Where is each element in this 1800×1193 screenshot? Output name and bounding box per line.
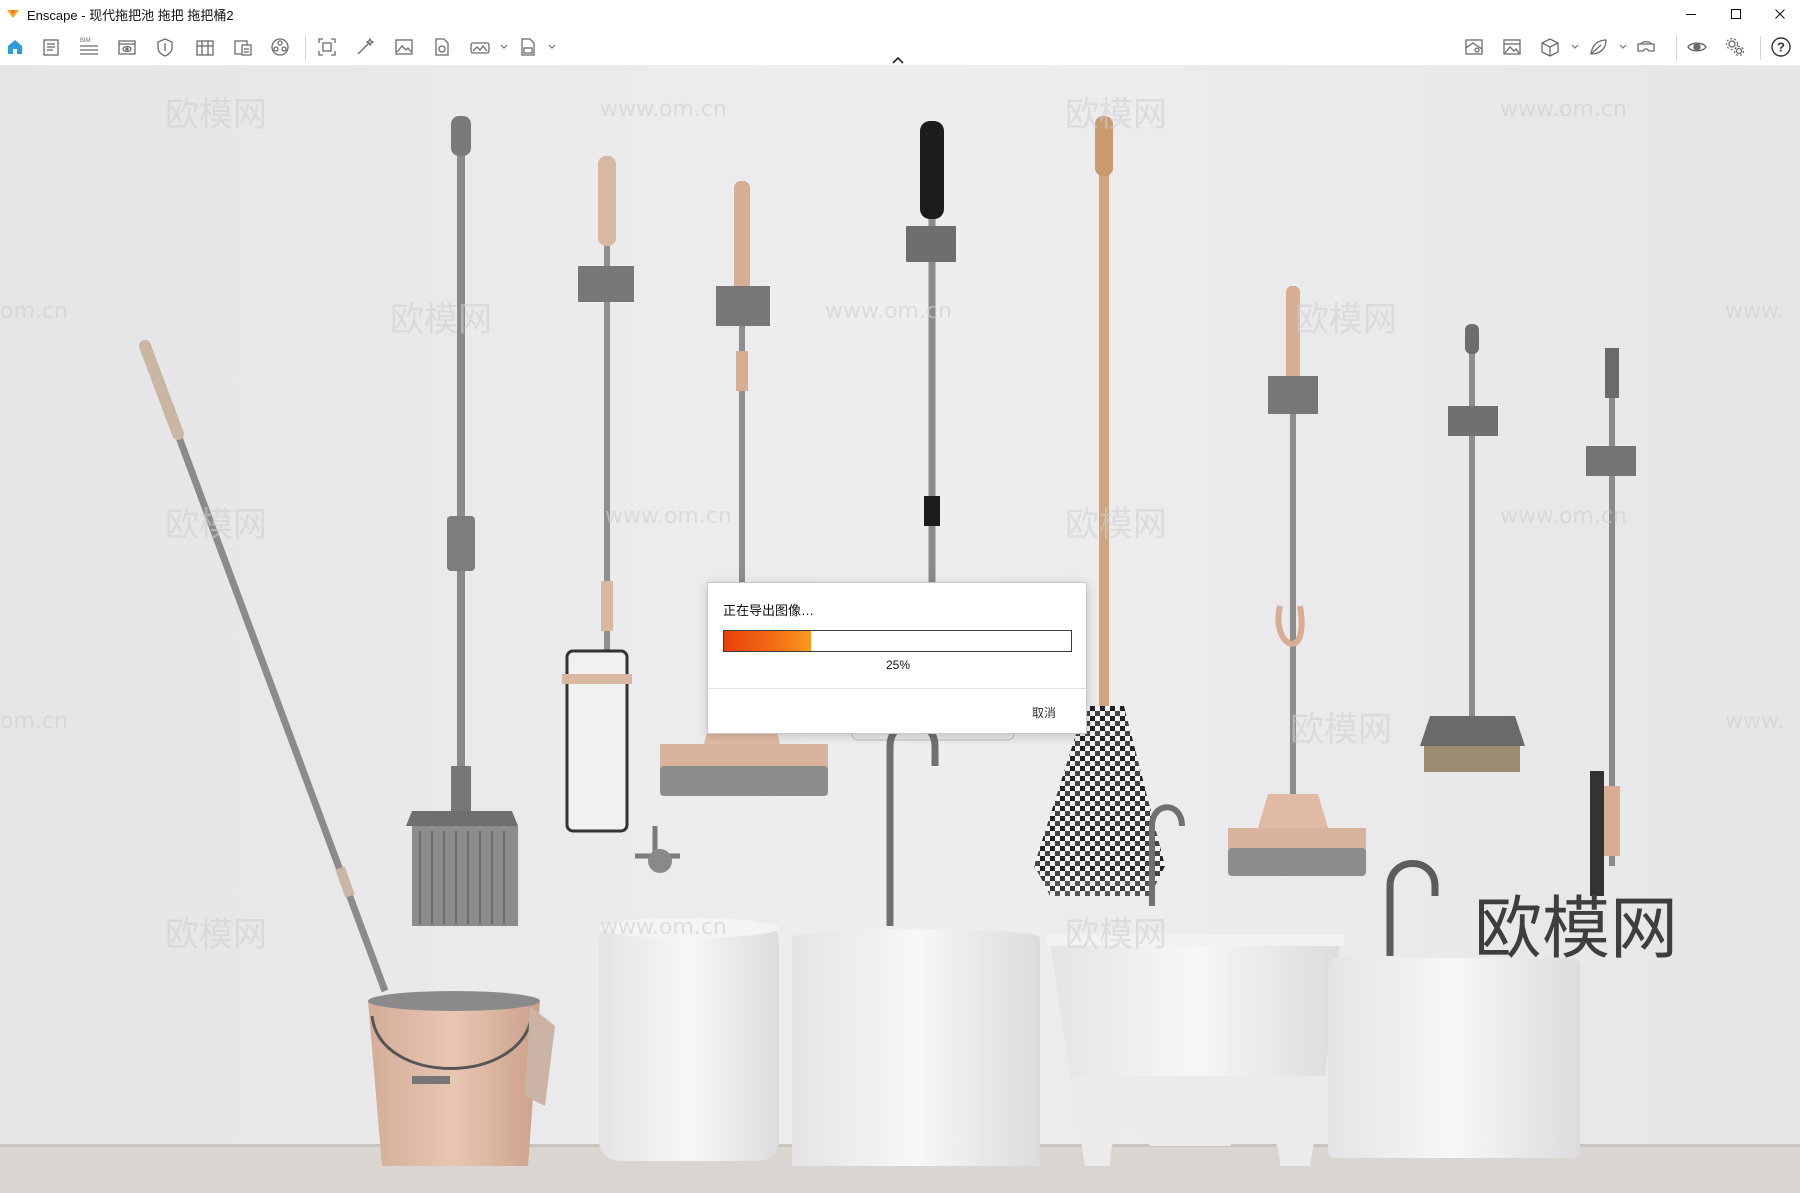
maximize-icon [1731, 9, 1741, 19]
screenshot-button[interactable] [315, 36, 339, 58]
panorama-icon [470, 42, 490, 54]
video-button[interactable] [430, 36, 454, 58]
collapse-toolbar-chevron-icon[interactable] [891, 55, 905, 65]
document-icon [43, 39, 59, 56]
video-icon [435, 38, 449, 56]
maximize-button[interactable] [1714, 0, 1758, 28]
document-button[interactable] [39, 36, 63, 58]
exe-export-button[interactable] [516, 36, 540, 58]
visual-settings-button[interactable] [1685, 36, 1709, 58]
exe-dropdown-icon[interactable] [547, 43, 557, 51]
mop-bucket [368, 991, 555, 1166]
close-icon [1775, 9, 1785, 19]
svg-text:www.om.cn: www.om.cn [825, 299, 952, 324]
atlas-button[interactable] [231, 36, 255, 58]
svg-text:www.om.cn: www.om.cn [600, 97, 727, 122]
svg-text:欧模网: 欧模网 [165, 915, 267, 955]
map-button[interactable] [1462, 36, 1486, 58]
svg-text:www.om.cn: www.om.cn [600, 915, 727, 940]
view-button[interactable] [115, 36, 139, 58]
cube-dropdown-icon[interactable] [1570, 43, 1580, 51]
svg-text:欧模网: 欧模网 [1065, 505, 1167, 545]
leaf-button[interactable] [1586, 36, 1610, 58]
cube-icon [1541, 38, 1559, 57]
toolbar-separator [305, 36, 306, 60]
svg-text:om.cn: om.cn [0, 709, 68, 734]
progress-percent-label: 25% [885, 658, 911, 672]
svg-text:?: ? [1777, 40, 1785, 55]
atlas-icon [234, 40, 252, 56]
bim-label: BIM [80, 38, 91, 44]
svg-text:欧模网: 欧模网 [390, 300, 492, 340]
image-export-icon [395, 39, 413, 55]
svg-text:欧模网: 欧模网 [165, 95, 267, 135]
help-button[interactable]: ? [1769, 36, 1793, 58]
minimize-icon [1686, 14, 1696, 15]
gallery-button[interactable] [1500, 36, 1524, 58]
settings-icon [1725, 37, 1745, 57]
export-progress-dialog: 正在导出图像… 25% 取消 [707, 582, 1087, 734]
view-icon [118, 40, 136, 55]
svg-text:www.om.cn: www.om.cn [605, 504, 732, 529]
magic-wand-button[interactable] [353, 36, 377, 58]
panorama-button[interactable] [468, 36, 492, 58]
svg-text:www.: www. [1725, 709, 1784, 734]
panorama-dropdown-icon[interactable] [499, 43, 509, 51]
svg-text:欧模网: 欧模网 [1065, 915, 1167, 955]
settings-button[interactable] [1723, 36, 1747, 58]
bim-button[interactable]: BIM [77, 36, 101, 58]
render-viewport[interactable]: 欧模网 www.om.cn 欧模网 www.om.cn om.cn 欧模网 ww… [0, 66, 1800, 1193]
close-button[interactable] [1758, 0, 1800, 28]
home-icon [8, 40, 22, 54]
vr-headset-icon [1637, 41, 1655, 52]
building-button[interactable] [193, 36, 217, 58]
visual-settings-eye-icon [1687, 42, 1707, 52]
safe-frame-icon [157, 38, 173, 57]
svg-text:欧模网: 欧模网 [165, 505, 267, 545]
toolbar-separator [1676, 36, 1677, 60]
cube-button[interactable] [1538, 36, 1562, 58]
enscape-logo-icon [7, 10, 19, 18]
title-bar: Enscape - 现代拖把池 拖把 拖把桶2 [0, 0, 1800, 28]
cancel-button[interactable]: 取消 [1032, 704, 1056, 721]
leaf-icon [1590, 39, 1607, 55]
exe-export-icon [521, 38, 535, 56]
safe-frame-button[interactable] [153, 36, 177, 58]
dialog-divider [708, 688, 1086, 689]
window-title: Enscape - 现代拖把池 拖把 拖把桶2 [27, 7, 234, 23]
gallery-icon [1503, 39, 1521, 55]
minimize-button[interactable] [1669, 0, 1713, 28]
home-button[interactable] [3, 36, 27, 58]
magic-wand-icon [357, 37, 375, 55]
image-export-button[interactable] [392, 36, 416, 58]
svg-text:www.om.cn: www.om.cn [1500, 504, 1627, 529]
help-icon: ? [1771, 37, 1791, 57]
bim-list-icon: BIM [80, 38, 98, 55]
svg-text:www.om.cn: www.om.cn [1500, 97, 1627, 122]
building-icon [196, 40, 214, 56]
svg-text:欧模网: 欧模网 [1295, 300, 1397, 340]
progress-bar [723, 630, 1072, 652]
leaf-dropdown-icon[interactable] [1618, 43, 1628, 51]
svg-text:欧模网: 欧模网 [1290, 710, 1392, 750]
map-icon [1465, 39, 1483, 55]
progress-bar-fill [724, 631, 811, 651]
screenshot-icon [318, 38, 336, 56]
vr-headset-button[interactable] [1634, 36, 1658, 58]
brand-watermark: 欧模网 [1474, 890, 1678, 969]
toolbar-separator [1760, 36, 1761, 60]
asset-library-button[interactable] [268, 36, 292, 58]
svg-text:欧模网: 欧模网 [1065, 95, 1167, 135]
svg-text:om.cn: om.cn [0, 299, 68, 324]
dialog-message: 正在导出图像… [723, 603, 815, 618]
asset-library-icon [271, 38, 289, 56]
svg-text:www.: www. [1725, 299, 1784, 324]
